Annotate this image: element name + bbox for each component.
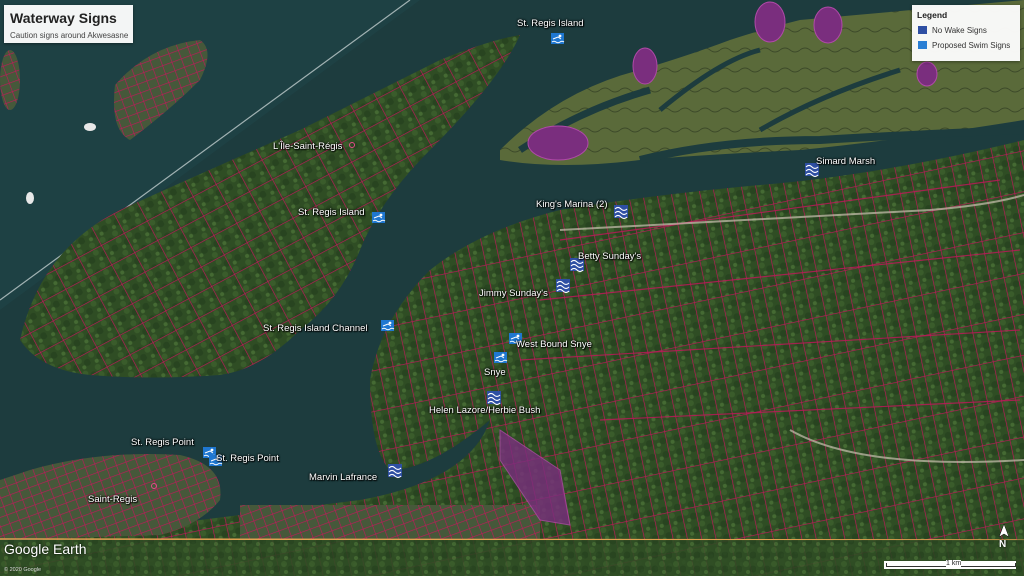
legend-item: Proposed Swim Signs [918,41,1010,50]
place-label: Betty Sunday's [578,251,642,262]
compass[interactable]: N [996,523,1012,553]
north-arrow-icon [998,523,1010,538]
map-title: Waterway Signs [10,10,117,26]
border-line [0,538,1024,541]
place-label: West Bound Snye [516,339,592,350]
wave-icon[interactable] [614,205,628,220]
place-label: L'Île-Saint-Régis [273,141,343,152]
place-label: King's Marina (2) [536,199,608,210]
compass-label: N [999,539,1007,550]
place-label: Saint-Regis [88,494,138,505]
google-earth-logo: Google Earth [4,541,87,557]
wave-icon[interactable] [487,391,501,406]
scale-bar: 1 km [884,560,1016,569]
place-label: Simard Marsh [816,156,876,167]
place-label: St. Regis Point [216,453,279,464]
wave-icon[interactable] [556,279,570,294]
legend-item: No Wake Signs [918,26,987,35]
swimmer-icon[interactable] [381,320,395,331]
swimmer-icon [918,41,927,49]
place-label: St. Regis Island [298,207,365,218]
place-label: Snye [484,367,506,378]
legend-item-label: Proposed Swim Signs [932,41,1011,50]
place-label: St. Regis Island [517,18,584,29]
scale-label: 1 km [946,560,962,567]
place-label: St. Regis Island Channel [263,323,368,334]
place-label: Marvin Lafrance [309,472,378,483]
swimmer-icon[interactable] [372,212,386,223]
copyright-text: © 2020 Google [4,567,42,573]
place-label: St. Regis Point [131,437,194,448]
legend-panel: Legend No Wake Signs Proposed Swim Signs [912,5,1020,61]
swimmer-icon[interactable] [551,33,565,44]
place-label: Jimmy Sunday's [479,288,548,299]
title-panel: Waterway Signs Caution signs around Akwe… [4,5,133,43]
swimmer-icon[interactable] [494,352,508,363]
legend-title: Legend [917,10,948,20]
legend-item-label: No Wake Signs [932,26,987,35]
wave-icon [918,26,927,34]
place-label: Helen Lazore/Herbie Bush [429,405,541,416]
wave-icon[interactable] [388,464,402,479]
map-subtitle: Caution signs around Akwesasne [10,31,129,40]
